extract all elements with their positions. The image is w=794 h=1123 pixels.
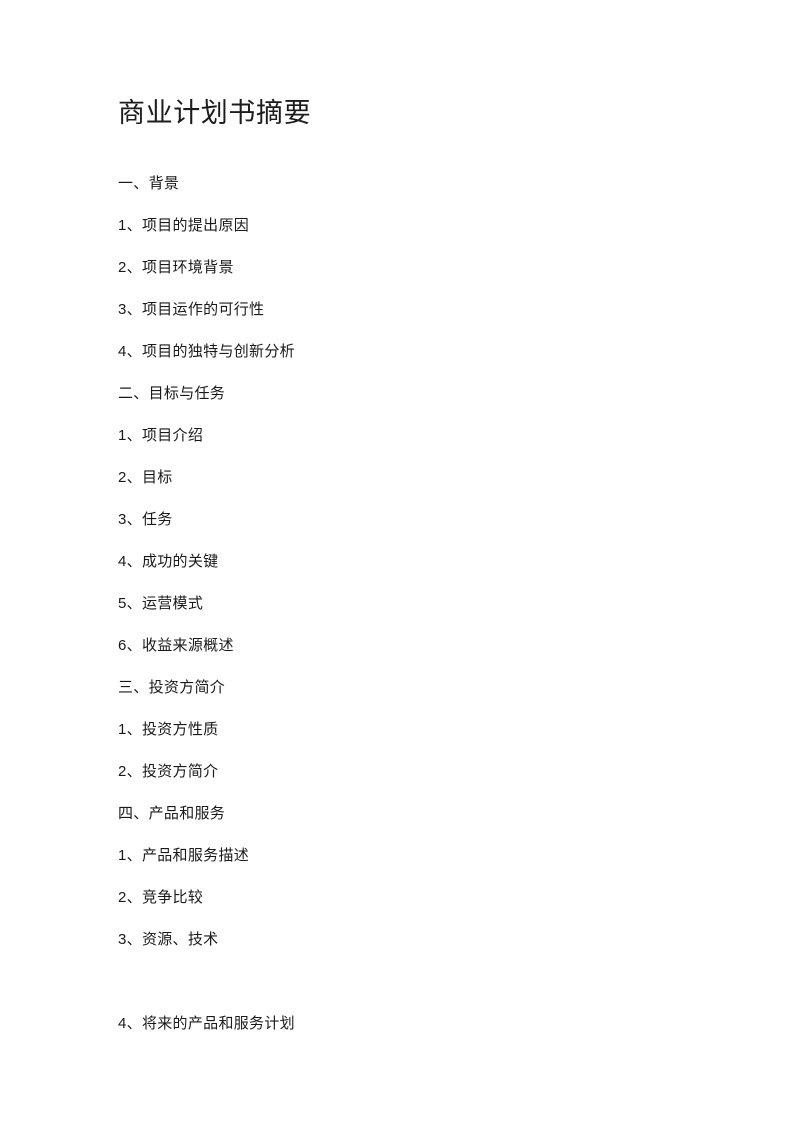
outline-item: 1、项目介绍	[118, 427, 204, 444]
outline-item: 4、成功的关键	[118, 553, 219, 570]
outline-item: 四、产品和服务	[118, 805, 226, 822]
outline-item: 3、任务	[118, 511, 173, 528]
outline-item: 3、资源、技术	[118, 931, 219, 948]
outline-item: 4、将来的产品和服务计划	[118, 1015, 295, 1032]
outline-item: 2、目标	[118, 469, 173, 486]
page-title: 商业计划书摘要	[118, 98, 312, 128]
outline-item: 1、投资方性质	[118, 721, 219, 738]
outline-item: 6、收益来源概述	[118, 637, 234, 654]
outline-item: 三、投资方简介	[118, 679, 226, 696]
document-page: 商业计划书摘要 一、背景 1、项目的提出原因 2、项目环境背景 3、项目运作的可行性 4…	[0, 0, 794, 1123]
outline-item: 5、运营模式	[118, 595, 204, 612]
outline-item: 2、竞争比较	[118, 889, 204, 906]
outline-item: 3、项目运作的可行性	[118, 301, 265, 318]
outline-item: 1、产品和服务描述	[118, 847, 250, 864]
outline-item: 2、投资方简介	[118, 763, 219, 780]
outline-list: 一、背景 1、项目的提出原因 2、项目环境背景 3、项目运作的可行性 4、项目的独特与创…	[118, 163, 718, 1045]
outline-item: 二、目标与任务	[118, 385, 226, 402]
outline-item: 2、项目环境背景	[118, 259, 234, 276]
outline-item: 4、项目的独特与创新分析	[118, 343, 295, 360]
outline-item: 一、背景	[118, 175, 180, 192]
outline-item: 1、项目的提出原因	[118, 217, 250, 234]
